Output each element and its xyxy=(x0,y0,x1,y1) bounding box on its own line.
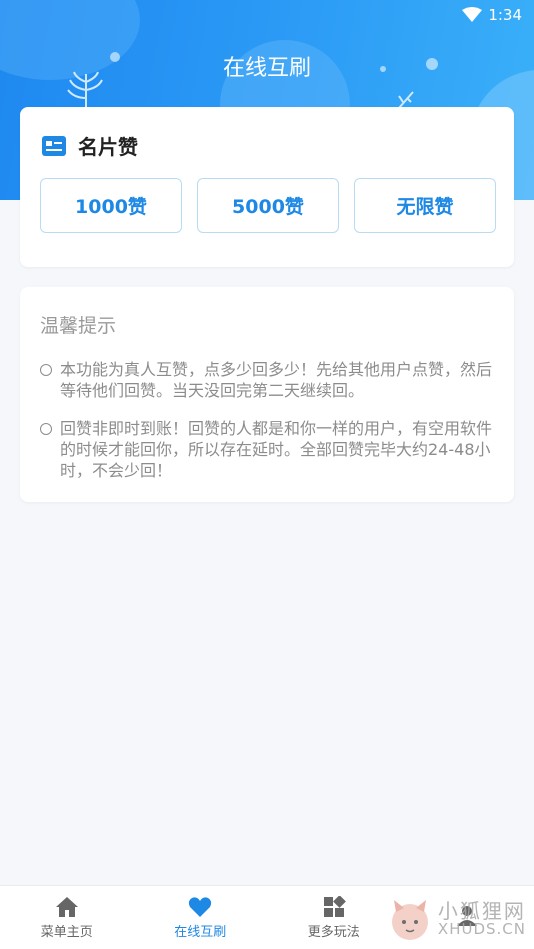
like-options: 1000赞 5000赞 无限赞 xyxy=(40,178,496,233)
status-time: 1:34 xyxy=(488,6,522,24)
tips-card: 温馨提示 本功能为真人互赞，点多少回多少！先给其他用户点赞，然后等待他们回赞。当… xyxy=(20,287,514,502)
grid-icon xyxy=(323,895,346,917)
home-icon xyxy=(55,896,78,917)
heart-icon xyxy=(189,896,212,917)
option-unlimited-likes-button[interactable]: 无限赞 xyxy=(354,178,496,233)
bullet-circle-icon xyxy=(40,423,52,435)
business-card-icon xyxy=(42,135,66,156)
tab-label: 更多玩法 xyxy=(307,924,360,940)
tab-home[interactable]: 菜单主页 xyxy=(0,886,134,949)
bullet-circle-icon xyxy=(40,364,52,376)
tip-item: 回赞非即时到账！回赞的人都是和你一样的用户，有空用软件的时候才能回你，所以存在延… xyxy=(40,418,496,481)
tab-online-exchange[interactable]: 在线互刷 xyxy=(134,886,268,949)
wifi-icon xyxy=(462,7,483,22)
tip-item: 本功能为真人互赞，点多少回多少！先给其他用户点赞，然后等待他们回赞。当天没回完第… xyxy=(40,359,496,401)
status-bar: 1:34 xyxy=(462,6,522,24)
tab-label: 菜单主页 xyxy=(40,924,93,940)
watermark-text: 小狐狸网 XHUDS.CN xyxy=(437,899,526,938)
option-1000-likes-button[interactable]: 1000赞 xyxy=(40,178,182,233)
card-header: 名片赞 xyxy=(42,131,138,160)
tip-text: 回赞非即时到账！回赞的人都是和你一样的用户，有空用软件的时候才能回你，所以存在延… xyxy=(60,419,493,480)
page-title: 在线互刷 xyxy=(222,56,311,81)
tab-label: 在线互刷 xyxy=(174,924,227,940)
fox-logo-icon xyxy=(391,900,428,940)
watermark: 小狐狸网 XHUDS.CN xyxy=(388,898,526,942)
tab-more-features[interactable]: 更多玩法 xyxy=(267,886,401,949)
watermark-en: XHUDS.CN xyxy=(437,920,526,938)
tip-text: 本功能为真人互赞，点多少回多少！先给其他用户点赞，然后等待他们回赞。当天没回完第… xyxy=(60,360,493,400)
watermark-cn: 小狐狸网 xyxy=(437,899,526,923)
tips-title: 温馨提示 xyxy=(40,315,117,337)
card-label: 名片赞 xyxy=(78,135,138,159)
option-5000-likes-button[interactable]: 5000赞 xyxy=(197,178,339,233)
like-card: 名片赞 1000赞 5000赞 无限赞 xyxy=(20,107,514,267)
